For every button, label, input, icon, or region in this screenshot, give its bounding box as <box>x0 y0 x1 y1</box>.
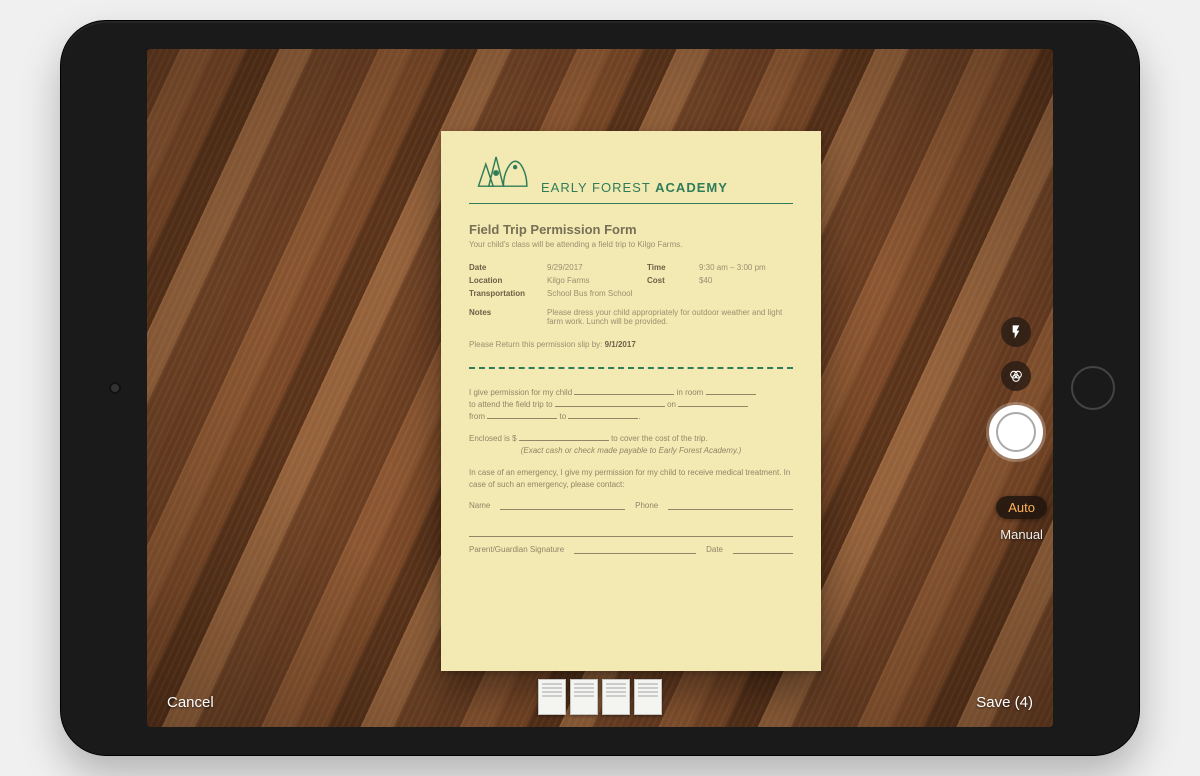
brand-name: EARLY FOREST ACADEMY <box>541 180 728 195</box>
return-prefix: Please Return this permission slip by: <box>469 340 605 349</box>
signature-row: Parent/Guardian Signature Date <box>469 545 793 554</box>
date-label: Date <box>469 263 541 272</box>
capture-mode: Auto Manual <box>996 496 1047 542</box>
time-value: 9:30 am – 3:00 pm <box>699 263 793 272</box>
brand-bold: ACADEMY <box>655 180 728 195</box>
notes-value: Please dress your child appropriately fo… <box>547 308 793 326</box>
time-label: Time <box>647 263 693 272</box>
date-value: 9/29/2017 <box>547 263 641 272</box>
cost-value: $40 <box>699 276 793 285</box>
form-title: Field Trip Permission Form <box>469 222 793 237</box>
notes-label: Notes <box>469 308 541 326</box>
transport-value: School Bus from School <box>547 289 793 298</box>
transport-label: Transportation <box>469 289 541 298</box>
cancel-button[interactable]: Cancel <box>167 694 214 711</box>
brand-logo-icon <box>469 151 529 195</box>
save-button[interactable]: Save (4) <box>976 694 1033 711</box>
filter-button[interactable] <box>1001 361 1031 391</box>
contact-row: Name Phone <box>469 501 793 510</box>
brand-pre: EARLY FOREST <box>541 180 655 195</box>
shutter-button[interactable] <box>989 405 1043 459</box>
camera-side-controls <box>989 317 1043 459</box>
cost-label: Cost <box>647 276 693 285</box>
header-rule <box>469 203 793 204</box>
form-subtitle: Your child's class will be attending a f… <box>469 240 793 249</box>
emergency-line: In case of an emergency, I give my permi… <box>469 467 793 491</box>
location-label: Location <box>469 276 541 285</box>
thumbnail[interactable] <box>602 679 630 715</box>
thumbnail[interactable] <box>634 679 662 715</box>
tablet-frame: EARLY FOREST ACADEMY Field Trip Permissi… <box>60 20 1140 756</box>
mode-auto[interactable]: Auto <box>996 496 1047 519</box>
location-value: Kilgo Farms <box>547 276 641 285</box>
permission-line-1: I give permission for my child in room t… <box>469 387 793 423</box>
enclosed-line: Enclosed is $ to cover the cost of the t… <box>469 433 793 457</box>
scanner-screen: EARLY FOREST ACADEMY Field Trip Permissi… <box>147 49 1053 727</box>
signature-rule <box>469 536 793 537</box>
mode-manual[interactable]: Manual <box>1000 527 1043 542</box>
flash-button[interactable] <box>1001 317 1031 347</box>
scan-thumbnails <box>538 679 662 715</box>
scanned-document: EARLY FOREST ACADEMY Field Trip Permissi… <box>441 131 821 671</box>
thumbnail[interactable] <box>538 679 566 715</box>
thumbnail[interactable] <box>570 679 598 715</box>
dashed-separator <box>469 367 793 369</box>
filter-icon <box>1008 368 1024 384</box>
home-button[interactable] <box>1071 366 1115 410</box>
return-date: 9/1/2017 <box>605 340 636 349</box>
return-line: Please Return this permission slip by: 9… <box>469 340 793 349</box>
flash-icon <box>1008 324 1024 340</box>
front-camera <box>111 384 119 392</box>
info-grid: Date 9/29/2017 Time 9:30 am – 3:00 pm Lo… <box>469 263 793 298</box>
